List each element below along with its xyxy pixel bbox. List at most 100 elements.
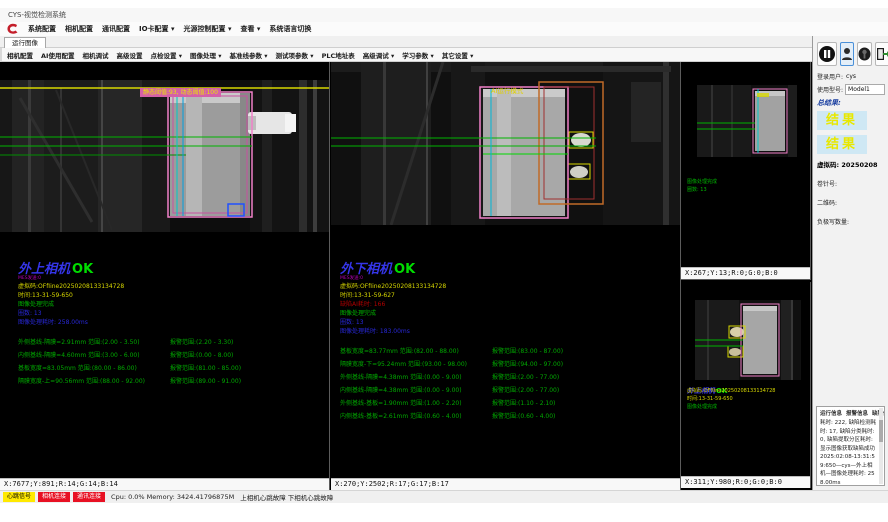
center-result-title: 外下相机OK bbox=[340, 258, 563, 273]
menu-item-io-config[interactable]: IO卡配置 ▾ bbox=[139, 24, 175, 34]
tool-learn-params[interactable]: 学习参数 ▾ bbox=[402, 50, 434, 60]
info-scrollbar-thumb[interactable] bbox=[879, 420, 883, 442]
measurement-row: 隔膜宽度-下=95.24mm 范围:(93.00 - 98.00) 报警范围:(… bbox=[340, 359, 563, 372]
result-box-upper: 结果 bbox=[817, 111, 867, 130]
measurement-alarm-range: 报警范围:(0.00 - 8.00) bbox=[170, 350, 233, 363]
menu-item-comm-config[interactable]: 通讯配置 bbox=[102, 24, 130, 34]
pause-icon bbox=[818, 45, 836, 63]
center-result-block: 外下相机OK MES发送:0 虚拟码:OFfIine20250208133134… bbox=[340, 258, 563, 424]
measurement-alarm-range: 报警范围:(2.00 - 77.00) bbox=[492, 385, 559, 398]
measurement-row: 内侧基线-基板=2.61mm 范围:(0.60 - 4.00) 报警范围:(0.… bbox=[340, 411, 563, 424]
small-bottom-coordinate-bar: X:311;Y:980;R:0;G:0;B:0 bbox=[681, 476, 810, 488]
exit-button[interactable] bbox=[875, 42, 888, 66]
toolbar: 相机配置 AI使用配置 相机调试 高级设置 点检设置 ▾ 图像处理 ▾ 基准线参… bbox=[0, 48, 812, 62]
left-loop-line: 圈数: 13 bbox=[18, 308, 241, 317]
small-top-camera-panel: 图像处理完成 圈数: 13 X:267;Y:13;R:0;G:0;B:0 bbox=[681, 62, 811, 280]
tool-ai-config[interactable]: AI使用配置 bbox=[41, 50, 74, 60]
window-title: CYS-视觉检测系统 bbox=[8, 11, 66, 19]
measurement-alarm-range: 报警范围:(2.00 - 77.00) bbox=[492, 372, 559, 385]
tool-spotcheck-settings[interactable]: 点检设置 ▾ bbox=[150, 50, 182, 60]
info-tabs: 运行信息 报警信息 缺陷信息 bbox=[820, 409, 877, 417]
small-top-status: 图像处理完成 圈数: 13 bbox=[687, 178, 717, 194]
measurement-value: 隔膜宽度-上=90.56mm 范围:(88.00 - 92.00) bbox=[18, 376, 170, 389]
measurement-alarm-range: 报警范围:(0.60 - 4.00) bbox=[492, 411, 555, 424]
center-camera-panel: AI运行模式 外下相机OK MES发送:0 虚拟码:OFfIine2025020… bbox=[331, 62, 681, 490]
small-top-status-line: 图像处理完成 bbox=[687, 178, 717, 186]
left-camera-panel: 静态阈值:93, 动态阈值:100 外上相机OK MES发送:0 虚拟码:OFf… bbox=[0, 62, 330, 490]
tab-strip: 运行图像 bbox=[0, 36, 812, 48]
virtual-code-label: 虚拟码: bbox=[817, 161, 839, 169]
center-loop-line: 圈数: 13 bbox=[340, 317, 563, 326]
right-sidebar: 登录用户: cys 使用型号: Model1 总结果: 结果 结果 虚拟码: 2… bbox=[812, 36, 888, 490]
measurement-alarm-range: 报警范围:(1.10 - 2.10) bbox=[492, 398, 555, 411]
left-measurements: 外侧基线-隔膜=2.91mm 范围:(2.00 - 3.50) 报警范围:(2.… bbox=[18, 337, 241, 389]
model-value-input[interactable]: Model1 bbox=[845, 84, 885, 95]
measurement-alarm-range: 报警范围:(94.00 - 97.00) bbox=[492, 359, 563, 372]
key-button[interactable] bbox=[857, 42, 872, 66]
tool-camera-debug[interactable]: 相机调试 bbox=[82, 50, 108, 60]
center-done-line: 图像处理完成 bbox=[340, 308, 563, 317]
login-user-label: 登录用户: bbox=[817, 72, 843, 81]
center-coordinate-bar: X:270;Y:2502;R:17;G:17;B:17 bbox=[331, 478, 680, 490]
menu-item-system-config[interactable]: 系统配置 bbox=[28, 24, 56, 34]
small-bottom-status: 外上相机OK 虚拟码:OFfIine20250208133134728 时间:1… bbox=[687, 378, 775, 411]
cpu-memory-text: Cpu: 0.0% Memory: 3424.41796875M bbox=[111, 493, 234, 501]
info-log-text: 耗时: 222, 缺陷检测耗时: 17, 缺陷分类耗时: 0, 缺陷提取分区耗时… bbox=[820, 419, 877, 486]
info-scrollbar[interactable] bbox=[879, 408, 883, 484]
tool-baseline-params[interactable]: 基准线参数 ▾ bbox=[230, 50, 268, 60]
left-barcode-line: 虚拟码:OFfIine20250208133134728 bbox=[18, 281, 241, 290]
window-titlebar: CYS-视觉检测系统 bbox=[0, 8, 888, 22]
tool-other-settings[interactable]: 其它设置 ▾ bbox=[442, 50, 474, 60]
info-log-panel: 运行信息 报警信息 缺陷信息 耗时: 222, 缺陷检测耗时: 17, 缺陷分类… bbox=[816, 406, 885, 486]
menu-item-light-config[interactable]: 光源控制配置 ▾ bbox=[184, 24, 232, 34]
menu-item-view[interactable]: 查看 ▾ bbox=[240, 24, 260, 34]
small-top-camera-image[interactable] bbox=[697, 85, 797, 157]
tool-image-processing[interactable]: 图像处理 ▾ bbox=[190, 50, 222, 60]
tool-test-params[interactable]: 测试项参数 ▾ bbox=[276, 50, 314, 60]
small-bottom-result-title: 外上相机OK bbox=[687, 378, 775, 387]
center-elapsed-line: 图像处理耗时: 183.00ms bbox=[340, 326, 563, 335]
measurement-row: 基板宽度=83.05mm 范围:(80.00 - 86.00) 报警范围:(81… bbox=[18, 363, 241, 376]
tool-advanced-settings[interactable]: 高级设置 bbox=[116, 50, 142, 60]
left-coordinate-bar: X:7677;Y:891;R:14;G:14;B:14 bbox=[0, 478, 329, 490]
center-measurements: 基板宽度=83.77mm 范围:(82.00 - 88.00) 报警范围:(83… bbox=[340, 346, 563, 424]
exit-icon bbox=[876, 47, 888, 61]
measurement-value: 基板宽度=83.77mm 范围:(82.00 - 88.00) bbox=[340, 346, 492, 359]
small-bottom-time-line: 时间:13-31-59-650 bbox=[687, 395, 775, 403]
measurement-row: 基板宽度=83.77mm 范围:(82.00 - 88.00) 报警范围:(83… bbox=[340, 346, 563, 359]
login-user-field: 登录用户: cys bbox=[817, 72, 884, 81]
model-label: 使用型号: bbox=[817, 85, 843, 94]
model-field: 使用型号: Model1 bbox=[817, 84, 884, 95]
virtual-code-field: 虚拟码: 20250208 bbox=[817, 159, 884, 169]
left-elapsed-line: 图像处理耗时: 258.00ms bbox=[18, 317, 241, 326]
measurement-value: 内侧基线-隔膜=4.38mm 范围:(0.00 - 9.00) bbox=[340, 385, 492, 398]
left-camera-image[interactable] bbox=[0, 80, 329, 232]
measurement-value: 外侧基线-隔膜=4.38mm 范围:(0.00 - 9.00) bbox=[340, 372, 492, 385]
measurement-row: 外侧基线-隔膜=2.91mm 范围:(2.00 - 3.50) 报警范围:(2.… bbox=[18, 337, 241, 350]
ai-mode-overlay-label: AI运行模式 bbox=[491, 85, 523, 95]
user-button[interactable] bbox=[840, 42, 854, 66]
tab-run-info[interactable]: 运行信息 bbox=[820, 409, 842, 417]
small-bottom-camera-image[interactable] bbox=[695, 300, 801, 380]
menu-item-camera-config[interactable]: 相机配置 bbox=[65, 24, 93, 34]
negative-write-count-label: 负极写数量: bbox=[817, 217, 884, 226]
tool-plc-address-table[interactable]: PLC地址表 bbox=[322, 50, 355, 60]
tab-alarm-info[interactable]: 报警信息 bbox=[846, 409, 868, 417]
pause-button[interactable] bbox=[817, 42, 837, 66]
center-time-line: 时间:13-31-59-627 bbox=[340, 290, 563, 299]
tool-advanced-debug[interactable]: 高级调试 ▾ bbox=[363, 50, 395, 60]
small-top-status-line: 圈数: 13 bbox=[687, 186, 717, 194]
menu-item-language[interactable]: 系统语言切换 bbox=[269, 24, 311, 34]
left-result-status: OK bbox=[72, 262, 93, 277]
tool-camera-config[interactable]: 相机配置 bbox=[7, 50, 33, 60]
measurement-value: 隔膜宽度-下=95.24mm 范围:(93.00 - 98.00) bbox=[340, 359, 492, 372]
user-icon bbox=[841, 47, 853, 61]
app-window: CYS-视觉检测系统 系统配置 相机配置 通讯配置 IO卡配置 ▾ 光源控制配置… bbox=[0, 0, 888, 522]
measurement-alarm-range: 报警范围:(89.00 - 91.00) bbox=[170, 376, 241, 389]
measurement-value: 外侧基线-隔膜=2.91mm 范围:(2.00 - 3.50) bbox=[18, 337, 170, 350]
measurement-row: 内侧基线-隔膜=4.60mm 范围:(3.00 - 6.00) 报警范围:(0.… bbox=[18, 350, 241, 363]
menu-bar: 系统配置 相机配置 通讯配置 IO卡配置 ▾ 光源控制配置 ▾ 查看 ▾ 系统语… bbox=[0, 22, 888, 36]
heartbeat-status-badge: 心跳信号 bbox=[3, 492, 35, 502]
measurement-value: 外侧基线-基板=1.90mm 范围:(1.00 - 2.20) bbox=[340, 398, 492, 411]
center-ai-time-line: 缺陷AI耗时: 166 bbox=[340, 299, 563, 308]
